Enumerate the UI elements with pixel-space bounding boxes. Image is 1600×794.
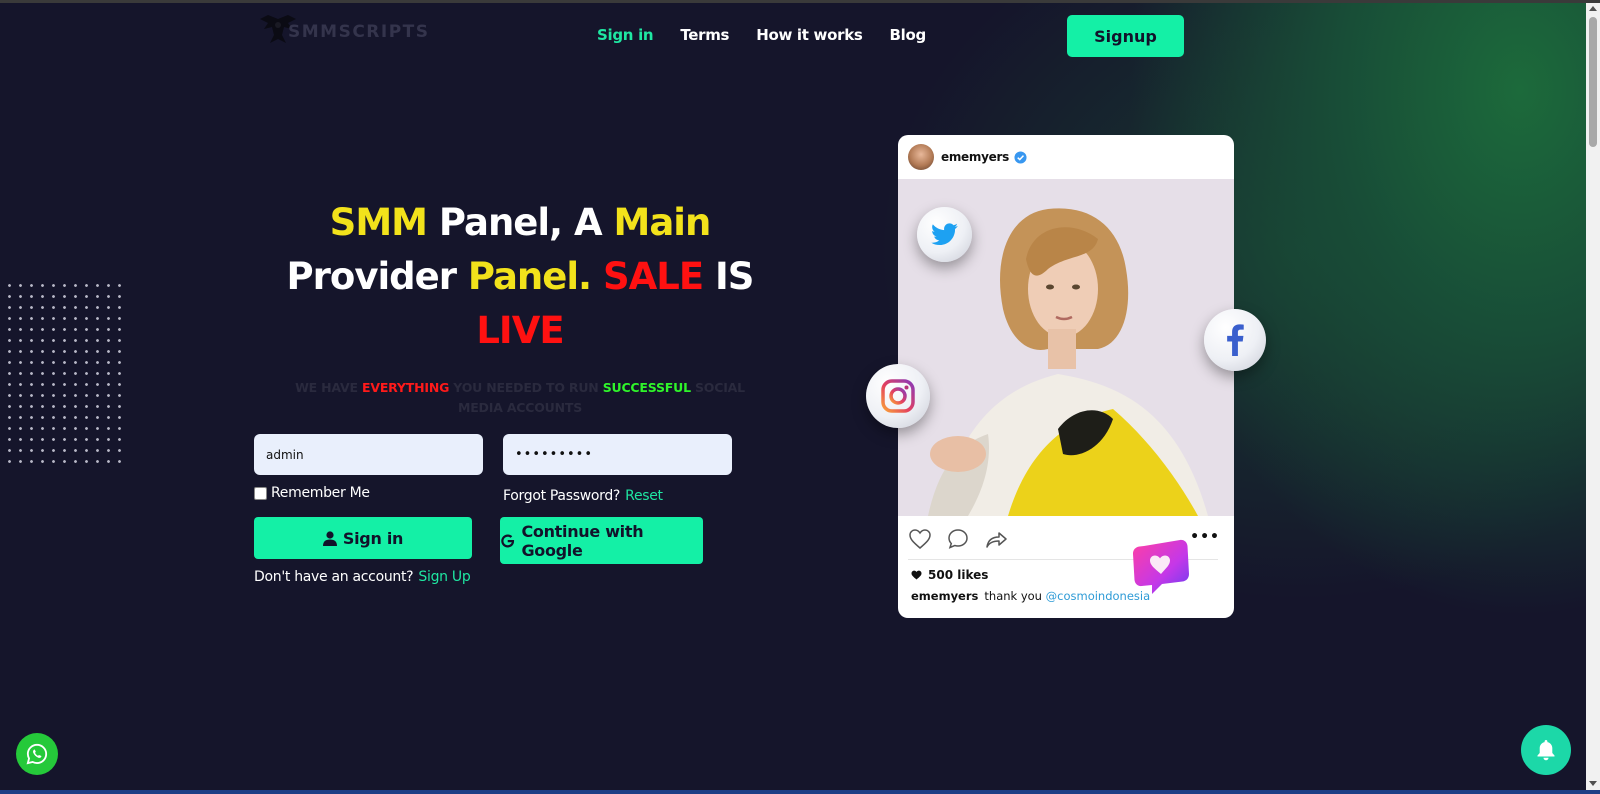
post-header: ememyers: [898, 135, 1234, 179]
scroll-thumb[interactable]: [1589, 17, 1597, 147]
google-icon: [501, 534, 515, 547]
window-top-border: [0, 0, 1600, 3]
caption-username: ememyers: [911, 589, 979, 603]
hero-sub-part-3: YOU NEEDED TO RUN: [449, 380, 603, 395]
password-input[interactable]: •••••••••: [503, 434, 732, 475]
hero-sub-successful: SUCCESSFUL: [602, 380, 691, 395]
nav-sign-in[interactable]: Sign in: [597, 26, 654, 44]
post-username: ememyers: [941, 150, 1009, 164]
hero-title-space: [591, 255, 603, 298]
post-caption: ememyers thank you @cosmoindonesia: [911, 589, 1150, 603]
share-icon[interactable]: [984, 527, 1008, 551]
instagram-icon: [881, 379, 915, 413]
hero-title: SMM Panel, A Main Provider Panel. SALE I…: [270, 196, 770, 358]
whatsapp-button[interactable]: [16, 733, 58, 775]
scroll-down-arrow-icon[interactable]: [1589, 781, 1597, 786]
forgot-password: Forgot Password? Reset: [503, 485, 663, 504]
hero-title-panel-a: Panel, A: [426, 201, 614, 244]
forgot-password-label: Forgot Password?: [503, 488, 621, 504]
heart-filled-icon: [911, 570, 922, 580]
google-label: Continue with Google: [521, 521, 644, 560]
hero-subtitle: WE HAVE EVERYTHING YOU NEEDED TO RUN SUC…: [280, 378, 760, 418]
whatsapp-icon: [26, 743, 48, 765]
nav-how-it-works[interactable]: How it works: [756, 26, 863, 44]
hero-title-panel: Panel.: [467, 255, 592, 298]
sign-in-button[interactable]: Sign in: [254, 517, 472, 559]
main-nav: Sign in Terms How it works Blog: [597, 26, 953, 44]
signup-link[interactable]: Sign Up: [418, 569, 470, 585]
instagram-bubble: [866, 364, 930, 428]
hero-title-live: LIVE: [476, 309, 564, 352]
brand-name: SMMSCRIPTS: [288, 22, 430, 42]
facebook-bubble: [1204, 309, 1266, 371]
hero-title-sale: SALE: [603, 255, 704, 298]
hero-title-smm: SMM: [329, 201, 428, 244]
notification-bell-button[interactable]: [1521, 725, 1571, 775]
avatar: [908, 144, 934, 170]
facebook-icon: [1227, 324, 1244, 356]
hero-sub-part-1: WE HAVE: [295, 380, 363, 395]
background-glow: [0, 0, 1600, 794]
comment-icon[interactable]: [946, 527, 970, 551]
caption-text: thank you: [984, 589, 1042, 603]
post-likes: 500 likes: [911, 568, 988, 582]
likes-count: 500 likes: [928, 568, 989, 582]
sign-in-label: Sign in: [342, 528, 404, 548]
nav-terms[interactable]: Terms: [680, 26, 729, 44]
twitter-bubble: [917, 207, 972, 262]
twitter-icon: [930, 222, 958, 245]
username-input[interactable]: admin: [254, 434, 483, 475]
brand-logo[interactable]: SMMSCRIPTS: [256, 13, 430, 49]
hero-title-is: IS: [703, 255, 754, 298]
reset-link[interactable]: Reset: [625, 488, 663, 504]
signup-button[interactable]: Signup: [1067, 15, 1184, 57]
nav-blog[interactable]: Blog: [890, 26, 927, 44]
bottom-strip: [0, 710, 1600, 794]
heart-outline-icon[interactable]: [908, 527, 932, 551]
hero-title-provider: Provider: [286, 255, 468, 298]
post-actions: [908, 527, 1008, 551]
remember-me-label: Remember Me: [271, 485, 370, 501]
hero-sub-everything: EVERYTHING: [362, 380, 450, 395]
bell-icon: [1537, 740, 1555, 761]
scroll-up-arrow-icon[interactable]: [1589, 6, 1597, 11]
hero-title-main: Main: [613, 201, 712, 244]
no-account-row: Don't have an account? Sign Up: [254, 566, 471, 585]
no-account-label: Don't have an account?: [254, 569, 414, 585]
remember-me[interactable]: Remember Me: [254, 485, 370, 501]
heart-3d-icon: [1132, 539, 1189, 594]
window-bottom-border: [0, 790, 1600, 794]
verified-badge-icon: [1014, 150, 1027, 164]
user-icon: [322, 530, 337, 546]
page-scrollbar[interactable]: [1586, 3, 1600, 790]
more-options-icon[interactable]: •••: [1190, 529, 1220, 545]
google-signin-button[interactable]: Continue with Google: [500, 517, 703, 564]
dot-pattern: [4, 280, 122, 470]
remember-me-checkbox[interactable]: [254, 486, 267, 500]
